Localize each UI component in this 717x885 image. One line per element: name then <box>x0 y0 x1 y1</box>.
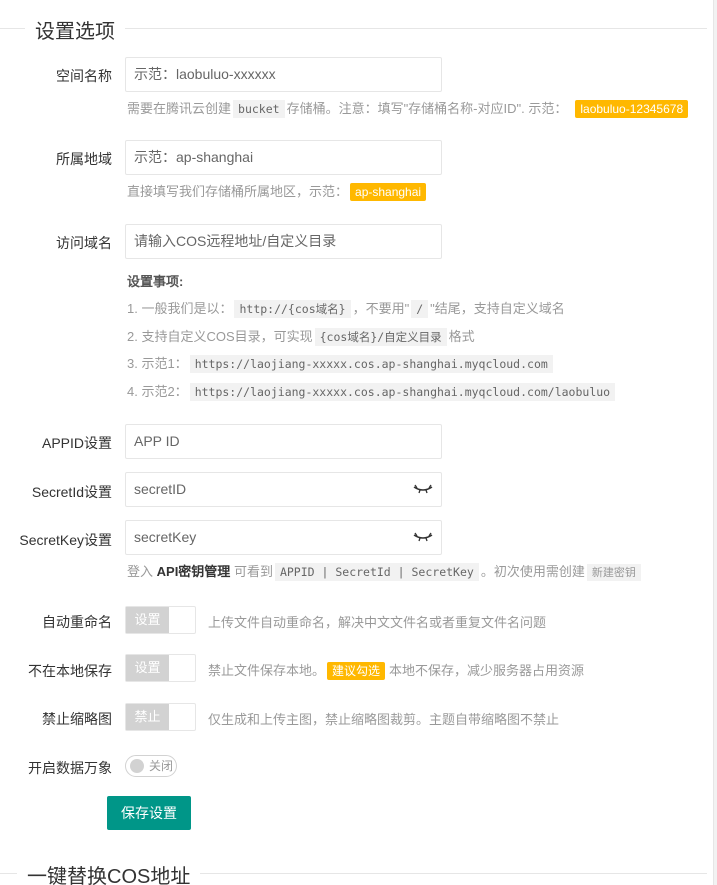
note-text: 4. 示范2： <box>127 384 188 399</box>
bucket-input[interactable]: 示范：laobuluo-xxxxxx <box>125 57 442 92</box>
secretkey-input-placeholder: secretKey <box>134 529 197 545</box>
disable-thumbnail-checkbox-text: 禁止 <box>126 704 169 730</box>
secretid-input[interactable]: secretID <box>125 472 442 507</box>
disable-thumbnail-checkbox[interactable]: 禁止 <box>125 703 196 731</box>
ci-toggle-switch[interactable]: 关闭 <box>125 755 177 777</box>
api-key-management-link[interactable]: API密钥管理 <box>157 564 231 579</box>
toggle-knob <box>130 759 144 773</box>
auto-rename-desc: 上传文件自动重命名，解决中文文件名或者重复文件名问题 <box>208 615 547 630</box>
bucket-input-value: 示范：laobuluo-xxxxxx <box>134 66 276 82</box>
disable-thumbnail-desc: 仅生成和上传主图，禁止缩略图裁剪。主题自带缩略图不禁止 <box>208 712 560 727</box>
note-text: 2. 支持自定义COS目录，可实现 <box>127 329 313 344</box>
no-local-save-checkbox-text: 设置 <box>126 655 169 681</box>
toggle-state-text: 关闭 <box>149 759 174 773</box>
note-code: http://{cos域名} <box>234 300 351 318</box>
note-item: 2. 支持自定义COS目录，可实现 {cos域名}/自定义目录 格式 <box>127 326 475 346</box>
note-item: 4. 示范2： https://laojiang-xxxxx.cos.ap-sha… <box>127 381 617 401</box>
bucket-help-text: 需要在腾讯云创建 <box>127 101 232 116</box>
note-code: {cos域名}/自定义目录 <box>314 328 447 346</box>
no-local-save-desc-text: 禁止文件保存本地。 <box>208 663 326 678</box>
bucket-help-text-2: 存储桶。注意：填写"存储桶名称-对应ID". 示范： <box>286 101 568 116</box>
note-text: ，不要用" <box>352 301 410 316</box>
secretkey-help-text-2: 可看到 <box>233 564 273 579</box>
region-input[interactable]: 示范：ap-shanghai <box>125 140 442 175</box>
region-example-badge: ap-shanghai <box>350 183 427 201</box>
region-label: 所属地域 <box>56 151 112 167</box>
domain-input[interactable]: 请输入COS远程地址/自定义目录 <box>125 224 442 259</box>
new-key-code: 新建密钥 <box>586 564 641 581</box>
note-text: 格式 <box>448 329 475 344</box>
eye-closed-icon[interactable] <box>413 530 433 544</box>
bucket-example-badge: laobuluo-12345678 <box>575 100 689 118</box>
bucket-help: 需要在腾讯云创建 bucket 存储桶。注意：填写"存储桶名称-对应ID". 示范：… <box>127 99 689 119</box>
ci-toggle-label: 开启数据万象 <box>28 760 112 776</box>
secretkey-help-text-3: 。初次使用需创建 <box>480 564 585 579</box>
note-code: https://laojiang-xxxxx.cos.ap-shanghai.m… <box>189 355 553 373</box>
secretkey-input[interactable]: secretKey <box>125 520 442 555</box>
note-text: 3. 示范1： <box>127 356 188 371</box>
bucket-help-code: bucket <box>233 100 285 118</box>
auto-rename-checkbox[interactable]: 设置 <box>125 606 196 634</box>
secretid-input-placeholder: secretID <box>134 481 187 497</box>
appid-input-placeholder: APP ID <box>134 433 180 449</box>
no-local-save-checkbox[interactable]: 设置 <box>125 654 196 682</box>
domain-input-placeholder: 请输入COS远程地址/自定义目录 <box>134 233 337 249</box>
note-item: 1. 一般我们是以： http://{cos域名} ，不要用" / "结尾，支持自定义域… <box>127 298 565 318</box>
secretkey-help-text: 登入 <box>127 564 154 579</box>
notes-title: 设置事项: <box>127 274 184 289</box>
bucket-label: 空间名称 <box>56 68 112 84</box>
secretkey-help-code: APPID | SecretId | SecretKey <box>274 563 479 581</box>
secretkey-label: SecretKey设置 <box>19 532 112 548</box>
section-title-settings: 设置选项 <box>25 15 125 44</box>
auto-rename-checkbox-text: 设置 <box>126 607 169 633</box>
region-help: 直接填写我们存储桶所属地区，示范： ap-shanghai <box>127 182 427 202</box>
disable-thumbnail-label: 禁止缩略图 <box>42 711 112 727</box>
region-input-value: 示范：ap-shanghai <box>134 149 254 165</box>
note-code: / <box>411 300 429 318</box>
note-text: "结尾，支持自定义域名 <box>430 301 565 316</box>
no-local-save-desc-text-2: 本地不保存，减少服务器占用资源 <box>389 663 585 678</box>
save-settings-button[interactable]: 保存设置 <box>107 796 191 830</box>
no-local-save-desc: 禁止文件保存本地。 建议勾选 本地不保存，减少服务器占用资源 <box>208 660 584 680</box>
recommended-badge: 建议勾选 <box>327 662 386 680</box>
secretkey-help: 登入 API密钥管理 可看到 APPID | SecretId | SecretK… <box>127 562 643 583</box>
domain-label: 访问域名 <box>56 235 112 251</box>
appid-input[interactable]: APP ID <box>125 424 442 459</box>
scrollbar[interactable] <box>713 0 717 885</box>
auto-rename-label: 自动重命名 <box>42 614 112 630</box>
eye-closed-icon[interactable] <box>413 482 433 496</box>
region-help-text: 直接填写我们存储桶所属地区，示范： <box>127 184 349 199</box>
note-text: 1. 一般我们是以： <box>127 301 233 316</box>
appid-label: APPID设置 <box>41 435 112 451</box>
note-code: https://laojiang-xxxxx.cos.ap-shanghai.m… <box>189 383 616 401</box>
no-local-save-label: 不在本地保存 <box>28 663 112 679</box>
note-item: 3. 示范1： https://laojiang-xxxxx.cos.ap-sha… <box>127 353 555 373</box>
secretid-label: SecretId设置 <box>31 484 112 500</box>
section-title-replace-cos: 一键替换COS地址 <box>17 860 201 885</box>
